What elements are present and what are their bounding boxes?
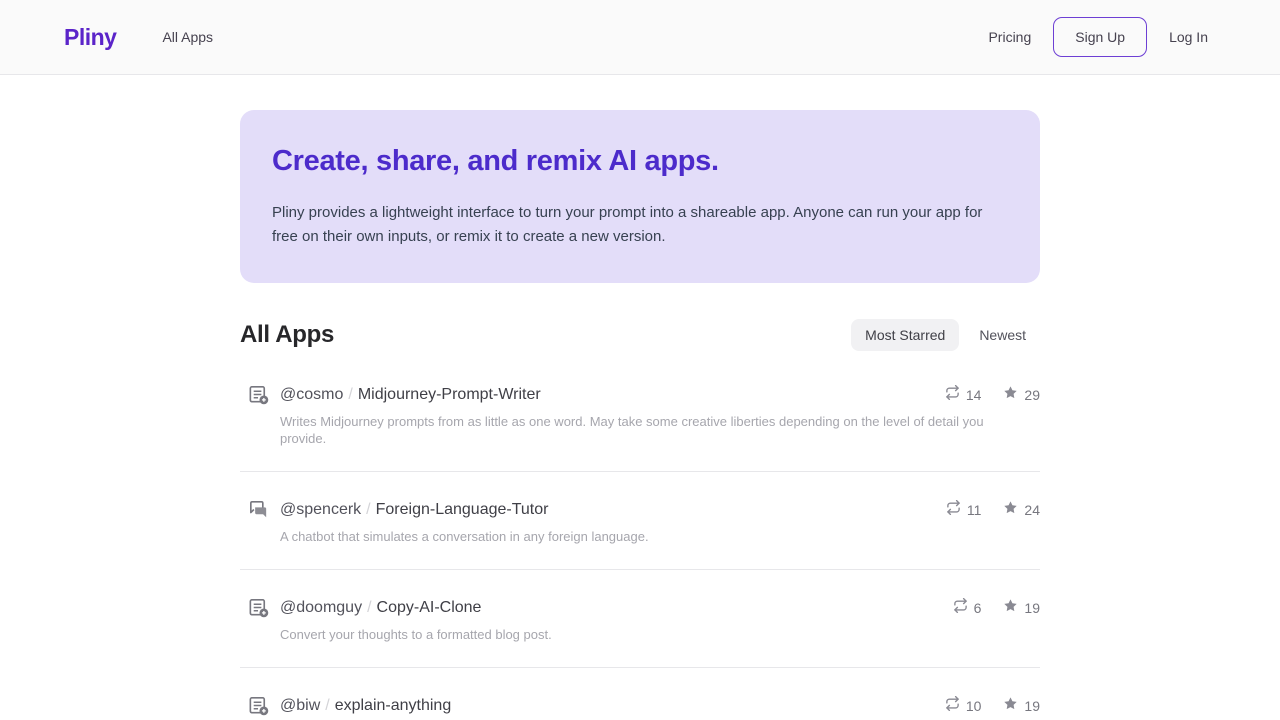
- repeat-icon: [945, 696, 960, 716]
- repeat-icon: [953, 598, 968, 618]
- app-username[interactable]: @biw: [280, 697, 320, 714]
- apps-section-header: All Apps Most Starred Newest: [240, 319, 1040, 351]
- app-stats: 6 19: [953, 598, 1040, 618]
- app-name[interactable]: explain-anything: [335, 697, 452, 714]
- hero-banner: Create, share, and remix AI apps. Pliny …: [240, 110, 1040, 283]
- app-stats: 14 29: [945, 385, 1040, 405]
- title-separator: /: [348, 386, 352, 403]
- app-username[interactable]: @doomguy: [280, 599, 362, 616]
- star-icon: [1003, 696, 1018, 716]
- repeat-icon: [945, 385, 960, 405]
- nav-all-apps-link[interactable]: All Apps: [162, 29, 213, 45]
- pricing-link[interactable]: Pricing: [988, 29, 1031, 45]
- apps-section-title: All Apps: [240, 321, 334, 349]
- star-count: 19: [1024, 600, 1040, 616]
- app-stats: 10 19: [945, 696, 1040, 716]
- repeat-icon: [946, 500, 961, 520]
- top-navbar: Pliny All Apps Pricing Sign Up Log In: [0, 0, 1280, 75]
- star-stat: 19: [1003, 696, 1040, 716]
- app-username[interactable]: @spencerk: [280, 501, 361, 518]
- star-stat: 29: [1003, 385, 1040, 405]
- star-count: 19: [1024, 698, 1040, 714]
- remix-stat: 14: [945, 385, 982, 405]
- app-title: @spencerk / Foreign-Language-Tutor: [280, 498, 548, 522]
- star-count: 24: [1024, 502, 1040, 518]
- sign-up-button[interactable]: Sign Up: [1053, 17, 1147, 57]
- star-icon: [1003, 500, 1018, 520]
- app-name[interactable]: Copy-AI-Clone: [377, 599, 482, 616]
- app-row-copy-ai-clone: @doomguy / Copy-AI-Clone 6 19 Convert your…: [240, 570, 1040, 668]
- remix-count: 10: [966, 698, 982, 714]
- app-description: A chatbot that simulates a conversation …: [280, 528, 1028, 545]
- star-icon: [1003, 385, 1018, 405]
- star-stat: 19: [1003, 598, 1040, 618]
- sort-toggle: Most Starred Newest: [851, 319, 1040, 351]
- app-name[interactable]: Midjourney-Prompt-Writer: [358, 386, 541, 403]
- hero-title: Create, share, and remix AI apps.: [272, 144, 1008, 179]
- app-row-explain-anything: @biw / explain-anything 10 19: [240, 668, 1040, 720]
- main-content: Create, share, and remix AI apps. Pliny …: [240, 110, 1040, 720]
- remix-count: 11: [967, 502, 982, 518]
- post-add-icon: [246, 383, 270, 407]
- log-in-link[interactable]: Log In: [1169, 29, 1208, 45]
- pliny-logo[interactable]: Pliny: [64, 24, 116, 51]
- chat-icon: [246, 498, 270, 522]
- app-name[interactable]: Foreign-Language-Tutor: [376, 501, 549, 518]
- sort-most-starred[interactable]: Most Starred: [851, 319, 959, 351]
- remix-stat: 10: [945, 696, 982, 716]
- remix-stat: 6: [953, 598, 982, 618]
- post-add-icon: [246, 596, 270, 620]
- remix-stat: 11: [946, 500, 982, 520]
- app-title: @doomguy / Copy-AI-Clone: [280, 596, 481, 620]
- app-stats: 11 24: [946, 500, 1040, 520]
- primary-nav: All Apps: [162, 29, 213, 45]
- app-username[interactable]: @cosmo: [280, 386, 343, 403]
- remix-count: 6: [974, 600, 982, 616]
- app-title: @cosmo / Midjourney-Prompt-Writer: [280, 383, 541, 407]
- star-stat: 24: [1003, 500, 1040, 520]
- app-description: Writes Midjourney prompts from as little…: [280, 413, 1028, 447]
- app-title: @biw / explain-anything: [280, 694, 451, 718]
- hero-description: Pliny provides a lightweight interface t…: [272, 201, 1008, 249]
- app-description: Convert your thoughts to a formatted blo…: [280, 626, 1028, 643]
- title-separator: /: [325, 697, 329, 714]
- post-add-icon: [246, 694, 270, 718]
- account-nav: Pricing Sign Up Log In: [988, 17, 1208, 57]
- app-row-foreign-language-tutor: @spencerk / Foreign-Language-Tutor 11 24 A…: [240, 472, 1040, 570]
- remix-count: 14: [966, 387, 982, 403]
- star-count: 29: [1024, 387, 1040, 403]
- title-separator: /: [366, 501, 370, 518]
- title-separator: /: [367, 599, 371, 616]
- app-list: @cosmo / Midjourney-Prompt-Writer 14 29 Wr…: [240, 357, 1040, 720]
- star-icon: [1003, 598, 1018, 618]
- app-row-midjourney-prompt-writer: @cosmo / Midjourney-Prompt-Writer 14 29 Wr…: [240, 357, 1040, 472]
- sort-newest[interactable]: Newest: [965, 319, 1040, 351]
